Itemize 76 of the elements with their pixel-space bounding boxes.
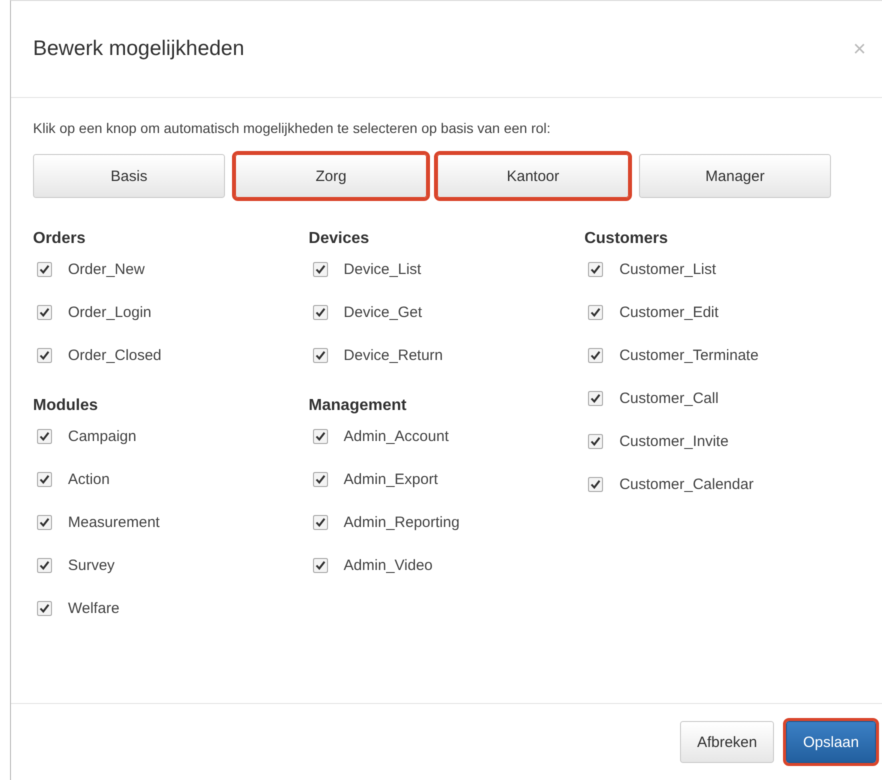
checkbox[interactable]: [588, 305, 604, 320]
checkbox[interactable]: [37, 472, 52, 487]
checkmark-icon: [39, 431, 50, 442]
checkbox-label: Device_Return: [344, 347, 443, 364]
checkbox-label: Admin_Account: [344, 428, 449, 445]
group-title: Orders: [33, 230, 86, 248]
save-button[interactable]: Opslaan: [786, 721, 876, 763]
checkbox-label: Customer_Calendar: [619, 476, 754, 493]
checkmark-icon: [314, 517, 326, 528]
cancel-button[interactable]: Afbreken: [680, 721, 774, 763]
checkmark-icon: [590, 264, 602, 275]
checkbox-label: Customer_Edit: [619, 304, 719, 321]
checkbox-label: Order_Closed: [68, 347, 162, 364]
checkbox[interactable]: [312, 262, 328, 277]
checkbox-label: Customer_List: [619, 261, 716, 278]
checkbox[interactable]: [312, 429, 328, 444]
checkmark-icon: [314, 560, 326, 571]
checkmark-icon: [314, 264, 326, 275]
checkbox[interactable]: [312, 348, 328, 363]
checkbox-label: Welfare: [68, 600, 120, 617]
checkbox[interactable]: [588, 262, 604, 277]
checkmark-icon: [590, 436, 602, 447]
role-button[interactable]: Basis: [33, 154, 225, 198]
checkmark-icon: [590, 479, 602, 490]
checkmark-icon: [39, 307, 50, 318]
checkbox-label: Device_List: [344, 261, 422, 278]
group-title: Management: [308, 397, 408, 415]
checkbox[interactable]: [37, 429, 52, 444]
checkbox[interactable]: [37, 305, 52, 320]
checkbox-label: Admin_Video: [344, 557, 433, 574]
checkbox[interactable]: [588, 434, 604, 449]
checkmark-icon: [39, 264, 50, 275]
checkbox[interactable]: [312, 472, 328, 487]
checkbox-label: Survey: [68, 557, 115, 574]
checkbox-label: Customer_Terminate: [619, 347, 759, 364]
role-button[interactable]: Zorg: [235, 154, 427, 198]
checkbox[interactable]: [37, 558, 52, 573]
checkbox-label: Order_New: [68, 261, 145, 278]
checkbox[interactable]: [37, 348, 52, 363]
checkmark-icon: [314, 350, 326, 361]
checkbox-label: Measurement: [68, 514, 160, 531]
checkmark-icon: [39, 603, 50, 614]
checkbox-label: Action: [68, 471, 110, 488]
group-title: Customers: [584, 230, 669, 248]
checkbox[interactable]: [312, 305, 328, 320]
checkmark-icon: [590, 393, 602, 404]
checkmark-icon: [314, 307, 326, 318]
checkmark-icon: [39, 517, 50, 528]
checkbox-label: Order_Login: [68, 304, 152, 321]
role-button[interactable]: Manager: [639, 154, 831, 198]
checkbox[interactable]: [37, 515, 52, 530]
checkbox[interactable]: [588, 391, 604, 406]
role-button[interactable]: Kantoor: [437, 154, 629, 198]
checkmark-icon: [314, 474, 326, 485]
checkmark-icon: [39, 474, 50, 485]
group-title: Modules: [33, 397, 99, 415]
checkbox-label: Customer_Call: [619, 390, 719, 407]
checkbox[interactable]: [312, 558, 328, 573]
group-title: Devices: [308, 230, 370, 248]
checkmark-icon: [590, 307, 602, 318]
checkmark-icon: [590, 350, 602, 361]
checkbox-label: Admin_Export: [344, 471, 438, 488]
checkmark-icon: [314, 431, 326, 442]
checkbox-label: Device_Get: [344, 304, 422, 321]
checkbox-label: Customer_Invite: [619, 433, 729, 450]
instruction-text: Klik op een knop om automatisch mogelijkheden te selecteren op basis van een rol:: [33, 120, 552, 136]
checkbox[interactable]: [37, 601, 52, 616]
checkmark-icon: [39, 350, 50, 361]
checkbox[interactable]: [37, 262, 52, 277]
dialog-title: Bewerk mogelijkheden: [33, 37, 244, 61]
checkbox[interactable]: [312, 515, 328, 530]
checkbox-label: Campaign: [68, 428, 136, 445]
checkbox[interactable]: [588, 348, 604, 363]
checkmark-icon: [39, 560, 50, 571]
checkbox-label: Admin_Reporting: [344, 514, 460, 531]
checkbox[interactable]: [588, 477, 604, 492]
